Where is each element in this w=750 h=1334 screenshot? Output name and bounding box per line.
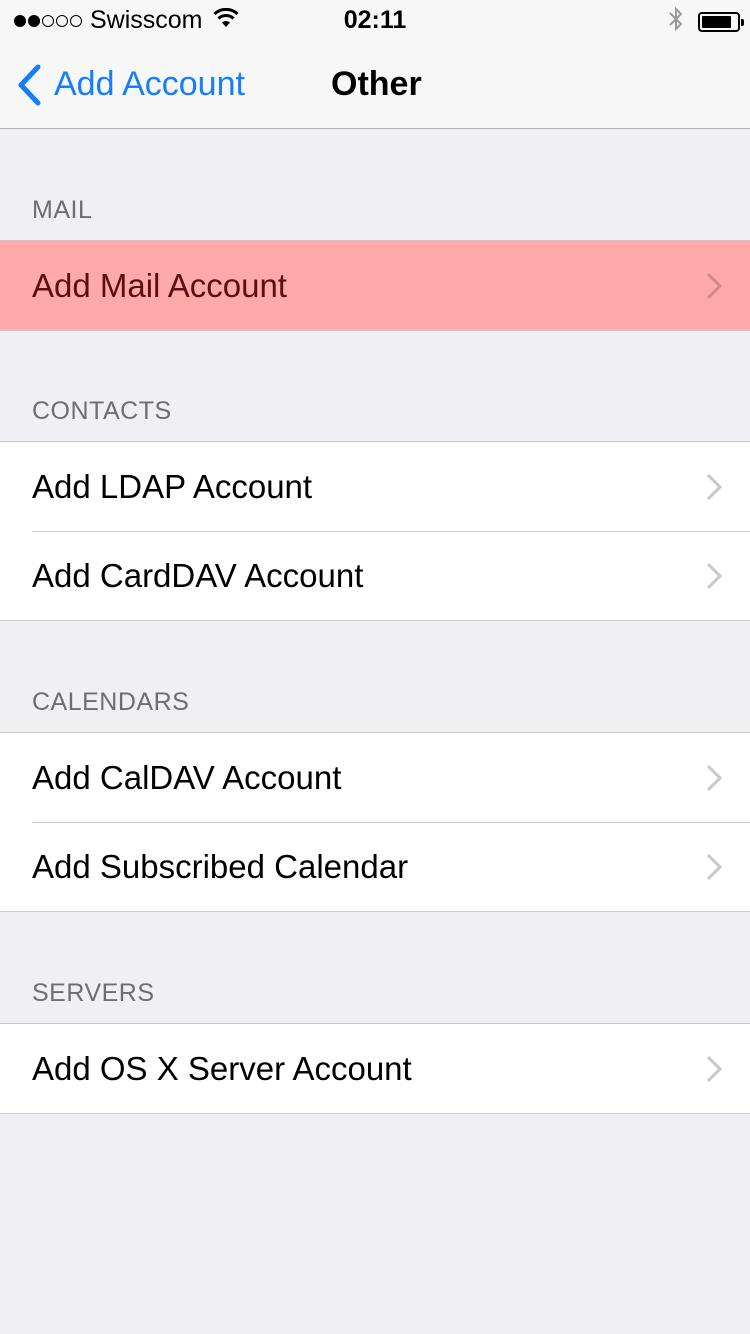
- page-title: Other: [331, 65, 422, 103]
- row-add-caldav-account[interactable]: Add CalDAV Account: [0, 733, 750, 822]
- row-add-subscribed-calendar[interactable]: Add Subscribed Calendar: [0, 822, 750, 911]
- back-button-label: Add Account: [54, 65, 245, 103]
- status-right: [668, 6, 744, 37]
- section-header-calendars: CALENDARS: [32, 688, 190, 716]
- row-label: Add CalDAV Account: [32, 758, 342, 796]
- bluetooth-icon: [668, 6, 684, 37]
- chevron-right-icon: [706, 272, 722, 299]
- battery-level: [702, 15, 731, 28]
- row-add-mail-account[interactable]: Add Mail Account: [0, 241, 750, 330]
- chevron-right-icon: [706, 562, 722, 589]
- group-contacts: Add LDAP Account Add CardDAV Account: [0, 441, 750, 621]
- row-label: Add Mail Account: [32, 266, 287, 304]
- chevron-right-icon: [706, 853, 722, 880]
- battery-icon: [698, 11, 744, 32]
- row-add-osx-server-account[interactable]: Add OS X Server Account: [0, 1024, 750, 1113]
- section-header-contacts: CONTACTS: [32, 397, 172, 425]
- chevron-left-icon: [18, 64, 41, 105]
- navigation-bar: Add Account Other: [0, 40, 750, 129]
- chevron-right-icon: [706, 473, 722, 500]
- chevron-right-icon: [706, 1055, 722, 1082]
- row-label: Add CardDAV Account: [32, 556, 364, 594]
- status-bar: Swisscom 02:11: [0, 0, 750, 40]
- group-calendars: Add CalDAV Account Add Subscribed Calend…: [0, 732, 750, 912]
- row-add-carddav-account[interactable]: Add CardDAV Account: [0, 531, 750, 620]
- row-label: Add OS X Server Account: [32, 1049, 412, 1087]
- section-header-servers: SERVERS: [32, 979, 155, 1007]
- status-time: 02:11: [343, 6, 407, 34]
- row-label: Add Subscribed Calendar: [32, 847, 409, 885]
- group-servers: Add OS X Server Account: [0, 1023, 750, 1114]
- section-header-mail: MAIL: [32, 196, 93, 224]
- chevron-right-icon: [706, 764, 722, 791]
- back-button[interactable]: Add Account: [16, 40, 245, 129]
- row-add-ldap-account[interactable]: Add LDAP Account: [0, 442, 750, 531]
- group-mail: Add Mail Account: [0, 240, 750, 331]
- row-label: Add LDAP Account: [32, 467, 313, 505]
